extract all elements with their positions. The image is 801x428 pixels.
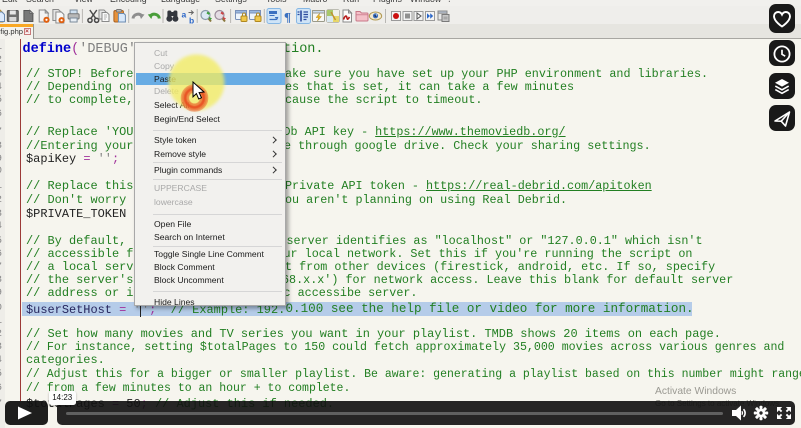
svg-text:a: a: [182, 10, 187, 20]
svg-text:¶: ¶: [284, 10, 291, 25]
